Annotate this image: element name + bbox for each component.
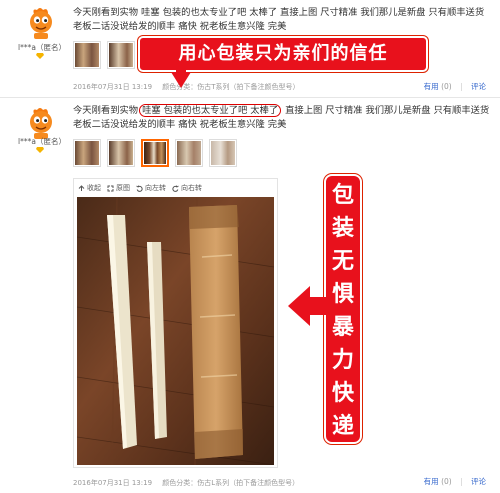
rotate-left-label: 向左转 <box>145 184 166 192</box>
rotate-right-icon <box>172 184 179 192</box>
rotate-right-button[interactable]: 向右转 <box>172 183 202 193</box>
comment-link[interactable]: 评论 <box>471 477 486 486</box>
product-photo <box>77 197 274 465</box>
review-thumbnail[interactable] <box>107 139 135 167</box>
comment-link[interactable]: 评论 <box>471 82 486 91</box>
collapse-icon <box>78 184 85 191</box>
review-actions: 有用 (0) | 评论 <box>424 476 486 487</box>
review-meta: 2016年07月31日 13:19 颜色分类：伤古L系列（拍下备注颜色型号） <box>73 478 307 488</box>
review-date: 2016年07月31日 13:19 <box>73 83 153 91</box>
vip-diamond-icon <box>36 53 44 59</box>
useful-count: (0) <box>441 477 452 486</box>
down-arrow-icon <box>171 72 191 88</box>
viewer-toolbar: 收起 原图 向左转 向右转 <box>78 183 202 193</box>
image-viewer: 收起 原图 向左转 向右转 <box>73 178 278 468</box>
review-thumbnail[interactable] <box>107 41 135 69</box>
left-arrow-icon <box>288 286 310 326</box>
review-thumbnail[interactable] <box>209 139 237 167</box>
review-thumbnail[interactable] <box>73 41 101 69</box>
action-divider: | <box>460 82 463 91</box>
side-banner-char: 力 <box>331 347 354 373</box>
username: l***a（匿名） <box>18 43 66 52</box>
review-thumbnail[interactable] <box>73 139 101 167</box>
review-text: 今天刚看到实物 哇塞 包装的也太专业了吧 太棒了 直接上图 尺寸精准 我们那儿是… <box>73 7 485 32</box>
collapse-button[interactable]: 收起 <box>78 183 101 193</box>
username: l***a（匿名） <box>18 137 66 146</box>
side-banner-char: 惧 <box>331 281 354 307</box>
review-date: 2016年07月31日 13:19 <box>73 479 153 487</box>
side-banner-char: 包 <box>331 182 354 208</box>
side-banner-char: 快 <box>331 380 354 406</box>
highlighted-phrase: 哇塞 包装的也太专业了吧 太棒了 <box>139 104 282 117</box>
thumbnail-strip <box>73 139 237 167</box>
review-actions: 有用 (0) | 评论 <box>424 81 486 92</box>
user-avatar[interactable] <box>24 6 58 40</box>
review-photo[interactable] <box>77 197 274 465</box>
rotate-left-button[interactable]: 向左转 <box>136 183 166 193</box>
review-item-2: l***a（匿名） 今天刚看到实物 哇塞 包装的也太专业了吧 太棒了 直接上图 尺… <box>0 97 500 493</box>
rotate-right-label: 向右转 <box>181 184 202 192</box>
side-banner-char: 暴 <box>331 314 354 340</box>
thumbnail-strip <box>73 41 135 69</box>
rotate-left-icon <box>136 184 143 192</box>
side-banner-char: 无 <box>331 248 354 274</box>
action-divider: | <box>460 477 463 486</box>
mascot-avatar-icon <box>30 108 52 139</box>
side-banner-char: 装 <box>331 215 354 241</box>
left-arrow-stem <box>308 297 326 315</box>
top-annotation-banner: 用心包装只为亲们的信任 <box>138 36 428 72</box>
vip-diamond-icon <box>36 147 44 153</box>
review-sku: 颜色分类：伤古L系列（拍下备注颜色型号） <box>162 479 300 487</box>
side-annotation-banner: 包 装 无 惧 暴 力 快 递 <box>324 174 362 444</box>
collapse-label: 收起 <box>87 184 101 192</box>
review-text: 今天刚看到实物 哇塞 包装的也太专业了吧 太棒了 直接上图 尺寸精准 我们那儿是新… <box>73 104 493 132</box>
original-label: 原图 <box>116 184 130 192</box>
mascot-avatar-icon <box>30 8 52 39</box>
review-thumbnail-selected[interactable] <box>141 139 169 167</box>
original-image-button[interactable]: 原图 <box>107 183 130 193</box>
useful-count: (0) <box>441 82 452 91</box>
useful-link[interactable]: 有用 <box>424 477 439 486</box>
useful-link[interactable]: 有用 <box>424 82 439 91</box>
user-avatar[interactable] <box>24 106 58 140</box>
review-thumbnail[interactable] <box>175 139 203 167</box>
review-text-start: 今天刚看到实物 <box>73 105 139 116</box>
side-banner-char: 递 <box>331 413 354 439</box>
fullsize-icon <box>107 185 114 191</box>
